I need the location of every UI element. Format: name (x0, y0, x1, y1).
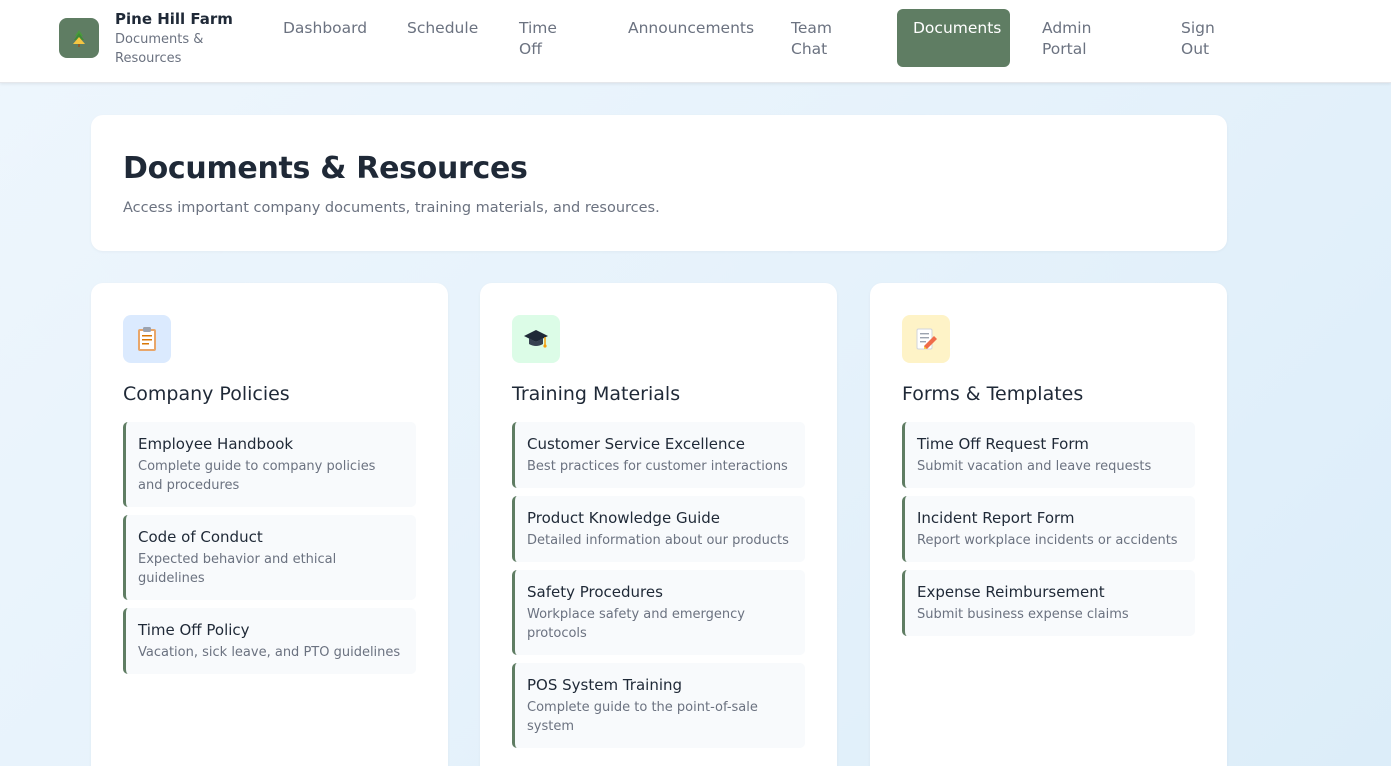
document-title: POS System Training (527, 676, 683, 694)
document-item[interactable]: Safety Procedures Workplace safety and e… (512, 570, 805, 655)
document-description: Detailed information about our products (527, 533, 789, 548)
top-navbar: Pine Hill Farm Documents & Resources Das… (0, 0, 1391, 83)
document-item[interactable]: Product Knowledge Guide Detailed informa… (512, 496, 805, 562)
document-item[interactable]: Incident Report Form Report workplace in… (902, 496, 1195, 562)
category-card-forms-templates: Forms & Templates Time Off Request Form … (870, 283, 1227, 766)
nav-announcements[interactable]: Announcements (628, 18, 754, 39)
document-description: Complete guide to company policies and p… (138, 459, 376, 493)
nav-time-off[interactable]: Time Off (519, 18, 569, 60)
document-description: Complete guide to the point-of-sale syst… (527, 700, 758, 734)
page-subtitle: Access important company documents, trai… (123, 200, 660, 216)
nav-sign-out[interactable]: Sign Out (1181, 18, 1231, 60)
brand-name: Pine Hill Farm (115, 10, 233, 28)
page-header-card: Documents & Resources Access important c… (91, 115, 1227, 251)
graduation-cap-icon (512, 315, 560, 363)
category-title: Forms & Templates (902, 383, 1084, 405)
nav-documents[interactable]: Documents (897, 9, 1010, 67)
category-card-training-materials: Training Materials Customer Service Exce… (480, 283, 837, 766)
document-title: Code of Conduct (138, 528, 263, 546)
document-title: Incident Report Form (917, 509, 1075, 527)
nav-team-chat[interactable]: Team Chat (791, 18, 841, 60)
document-title: Time Off Request Form (917, 435, 1089, 453)
nav-schedule[interactable]: Schedule (407, 18, 478, 39)
document-item[interactable]: POS System Training Complete guide to th… (512, 663, 805, 748)
document-description: Report workplace incidents or accidents (917, 533, 1178, 548)
brand-subtitle: Documents & Resources (115, 32, 204, 66)
document-title: Time Off Policy (138, 621, 250, 639)
logo[interactable] (59, 18, 99, 58)
document-description: Expected behavior and ethical guidelines (138, 552, 337, 586)
nav-dashboard[interactable]: Dashboard (283, 18, 367, 39)
category-card-company-policies: Company Policies Employee Handbook Compl… (91, 283, 448, 766)
document-description: Submit vacation and leave requests (917, 459, 1152, 474)
clipboard-icon (123, 315, 171, 363)
document-title: Expense Reimbursement (917, 583, 1105, 601)
document-description: Best practices for customer interactions (527, 459, 788, 474)
category-title: Company Policies (123, 383, 290, 405)
document-description: Vacation, sick leave, and PTO guidelines (138, 645, 401, 660)
document-item[interactable]: Customer Service Excellence Best practic… (512, 422, 805, 488)
memo-icon (902, 315, 950, 363)
document-list: Customer Service Excellence Best practic… (512, 422, 805, 756)
page-title: Documents & Resources (123, 151, 528, 186)
document-list: Employee Handbook Complete guide to comp… (123, 422, 416, 682)
document-description: Workplace safety and emergency protocols (527, 607, 745, 641)
document-title: Safety Procedures (527, 583, 663, 601)
document-item[interactable]: Expense Reimbursement Submit business ex… (902, 570, 1195, 636)
document-item[interactable]: Code of Conduct Expected behavior and et… (123, 515, 416, 600)
nav-admin-portal[interactable]: Admin Portal (1042, 18, 1112, 60)
document-item[interactable]: Time Off Policy Vacation, sick leave, an… (123, 608, 416, 674)
document-description: Submit business expense claims (917, 607, 1129, 622)
document-item[interactable]: Time Off Request Form Submit vacation an… (902, 422, 1195, 488)
document-list: Time Off Request Form Submit vacation an… (902, 422, 1195, 644)
document-title: Product Knowledge Guide (527, 509, 720, 527)
category-title: Training Materials (512, 383, 681, 405)
document-item[interactable]: Employee Handbook Complete guide to comp… (123, 422, 416, 507)
document-title: Customer Service Excellence (527, 435, 745, 453)
tree-icon (73, 30, 85, 47)
document-title: Employee Handbook (138, 435, 294, 453)
